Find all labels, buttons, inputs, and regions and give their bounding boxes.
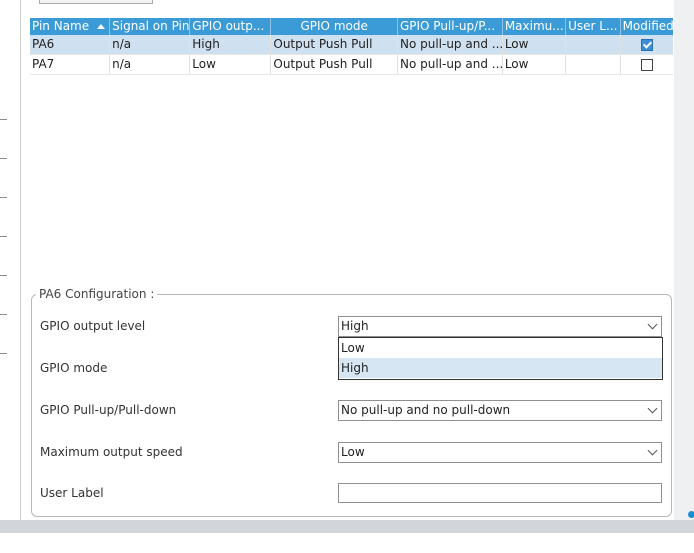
ruler-tick — [0, 275, 7, 276]
dropdown-option-low[interactable]: Low — [339, 338, 662, 358]
chevron-down-icon — [647, 403, 658, 414]
cell-mode: Output Push Pull — [271, 35, 398, 54]
speed-label: Maximum output speed — [40, 445, 183, 459]
cell-pull: No pull-up and ... — [398, 55, 503, 74]
modified-checkbox[interactable] — [640, 58, 653, 71]
col-header-gpio-mode[interactable]: GPIO mode — [271, 18, 398, 35]
output-level-select[interactable]: High — [338, 316, 662, 337]
ruler-tick — [0, 119, 7, 120]
modified-checkbox[interactable] — [640, 38, 653, 51]
output-level-label: GPIO output level — [40, 319, 146, 333]
pull-value: No pull-up and no pull-down — [341, 403, 511, 417]
col-header-user-label[interactable]: User L... — [566, 18, 621, 35]
col-header-signal[interactable]: Signal on Pin — [110, 18, 191, 35]
cell-speed: Low — [503, 55, 567, 74]
cell-output: High — [190, 35, 272, 54]
config-title: PA6 Configuration : — [36, 287, 158, 301]
cell-pin: PA7 — [30, 55, 111, 74]
left-panel-edge — [0, 0, 21, 520]
cell-user-label — [566, 55, 621, 74]
cell-output: Low — [190, 55, 272, 74]
cell-user-label — [566, 35, 621, 54]
ruler-tick — [0, 314, 7, 315]
speed-select[interactable]: Low — [338, 442, 662, 463]
col-header-max-speed[interactable]: Maximu... — [503, 18, 567, 35]
output-level-dropdown: Low High — [338, 337, 663, 380]
status-dot-icon — [688, 511, 694, 518]
output-level-value: High — [341, 319, 369, 333]
sort-ascending-icon — [97, 24, 106, 29]
cell-pin: PA6 — [30, 35, 111, 54]
chevron-down-icon — [647, 319, 658, 330]
cell-signal: n/a — [110, 35, 191, 54]
table-row[interactable]: PA7 n/a Low Output Push Pull No pull-up … — [30, 55, 673, 75]
cell-modified — [621, 55, 673, 74]
gpio-mode-label: GPIO mode — [40, 361, 108, 375]
user-label-label: User Label — [40, 486, 104, 500]
right-gutter — [674, 0, 694, 520]
cell-pull: No pull-up and ... — [398, 35, 503, 54]
cell-speed: Low — [503, 35, 567, 54]
pull-select[interactable]: No pull-up and no pull-down — [338, 400, 662, 421]
pull-label: GPIO Pull-up/Pull-down — [40, 403, 177, 417]
table-header: Pin Name Signal on Pin GPIO outp... GPIO… — [30, 18, 673, 35]
col-header-modified[interactable]: Modified — [621, 18, 673, 35]
col-header-pin-name[interactable]: Pin Name — [30, 18, 111, 35]
ruler-tick — [0, 353, 7, 354]
ruler-tick — [0, 236, 7, 237]
cell-mode: Output Push Pull — [271, 55, 398, 74]
col-header-pull[interactable]: GPIO Pull-up/P... — [398, 18, 503, 35]
col-header-gpio-output[interactable]: GPIO outp... — [190, 18, 272, 35]
cell-signal: n/a — [110, 55, 191, 74]
bottom-scroll-bar[interactable] — [0, 520, 694, 533]
ruler-tick — [0, 197, 7, 198]
dropdown-option-high[interactable]: High — [339, 358, 662, 378]
chevron-down-icon — [647, 445, 658, 456]
ruler-tick — [0, 158, 7, 159]
toolbar-button-partial[interactable] — [39, 0, 153, 4]
table-row[interactable]: PA6 n/a High Output Push Pull No pull-up… — [30, 35, 673, 55]
cell-modified — [621, 35, 673, 54]
speed-value: Low — [341, 445, 365, 459]
pin-table: Pin Name Signal on Pin GPIO outp... GPIO… — [30, 18, 673, 75]
user-label-input[interactable] — [338, 483, 662, 503]
